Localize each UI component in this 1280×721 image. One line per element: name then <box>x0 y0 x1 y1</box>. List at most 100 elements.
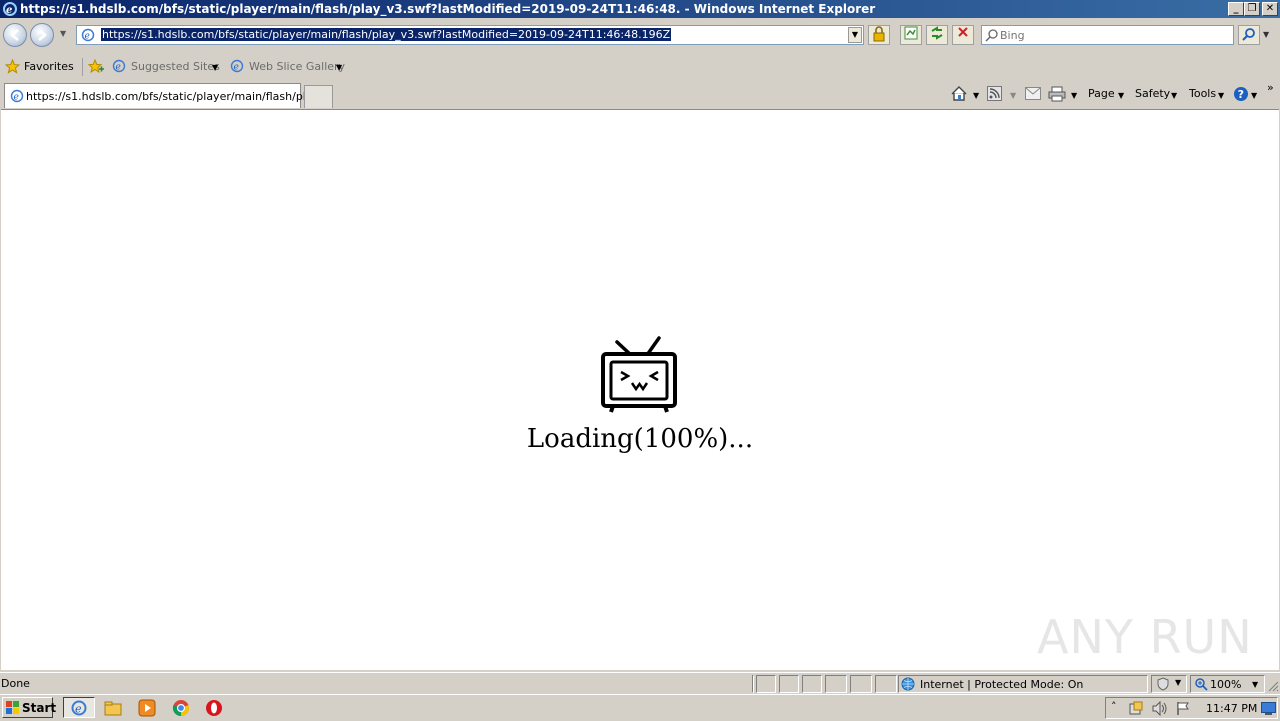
tools-menu-chevron-icon[interactable]: ▼ <box>1218 91 1224 100</box>
flag-icon[interactable] <box>1176 701 1190 716</box>
recent-pages-chevron-icon[interactable]: ▼ <box>60 29 66 38</box>
shield-lock-icon <box>1157 677 1169 691</box>
status-pane-5 <box>850 675 872 693</box>
status-pane-6 <box>875 675 897 693</box>
lock-icon <box>873 26 885 42</box>
forward-arrow-icon <box>38 29 47 41</box>
compatibility-view-button[interactable] <box>900 25 922 45</box>
add-to-favorites-bar-icon[interactable] <box>88 59 104 74</box>
close-window-button[interactable]: ✕ <box>1262 2 1278 16</box>
status-pane-3 <box>802 675 822 693</box>
loading-text: Loading(100%)... <box>526 424 754 454</box>
print-icon[interactable] <box>1048 86 1066 102</box>
web-slice-gallery-chevron-icon[interactable]: ▼ <box>336 63 342 72</box>
compatibility-icon <box>904 26 918 40</box>
tab-active[interactable]: e https://s1.hdslb.com/bfs/static/player… <box>4 83 323 108</box>
globe-icon <box>901 677 915 691</box>
protected-mode-pane[interactable]: ▼ <box>1151 675 1187 693</box>
feeds-chevron-icon[interactable]: ▼ <box>1010 91 1016 100</box>
search-box[interactable] <box>981 25 1234 45</box>
search-input[interactable] <box>1000 28 1220 42</box>
svg-text:e: e <box>75 703 82 716</box>
status-text: Done <box>1 677 30 690</box>
help-chevron-icon[interactable]: ▼ <box>1251 91 1257 100</box>
internet-explorer-icon: e <box>71 700 87 716</box>
zoom-level: 100% <box>1210 678 1242 691</box>
action-center-icon[interactable] <box>1128 701 1144 716</box>
svg-text:e: e <box>234 63 239 73</box>
favorites-star-icon <box>5 59 20 74</box>
rss-feeds-icon[interactable] <box>987 86 1002 101</box>
address-bar[interactable]: e https://s1.hdslb.com/bfs/static/player… <box>76 25 864 45</box>
taskbar: Start e ˄ 11:47 PM <box>0 694 1280 721</box>
address-dropdown-button[interactable]: ▼ <box>848 27 862 43</box>
anyrun-watermark: ANY RUN <box>1037 610 1253 664</box>
volume-icon[interactable] <box>1152 701 1168 716</box>
svg-text:e: e <box>14 93 19 103</box>
windows-logo-icon <box>6 701 19 714</box>
magnifier-icon <box>1242 28 1255 41</box>
status-bar: Done Internet | Protected Mode: On ▼ 100… <box>0 672 1280 695</box>
minimize-button[interactable]: _ <box>1228 2 1244 16</box>
help-icon[interactable]: ? <box>1233 86 1249 102</box>
media-player-icon[interactable] <box>138 699 156 717</box>
ie-page-icon: e <box>81 28 95 42</box>
search-button[interactable] <box>1238 25 1260 45</box>
zoom-magnifier-icon <box>1195 678 1208 691</box>
favorites-divider <box>82 58 83 76</box>
home-chevron-icon[interactable]: ▼ <box>973 91 979 100</box>
start-button[interactable]: Start <box>2 697 57 718</box>
tv-mascot-icon <box>601 336 677 413</box>
suggested-sites-chevron-icon[interactable]: ▼ <box>212 63 218 72</box>
status-pane-4 <box>825 675 847 693</box>
protected-mode-chevron-icon[interactable]: ▼ <box>1175 678 1181 687</box>
opera-icon[interactable] <box>205 699 223 717</box>
zoom-chevron-icon[interactable]: ▼ <box>1252 680 1258 689</box>
web-slice-gallery-link[interactable]: Web Slice Gallery <box>249 60 345 73</box>
title-bar: e https://s1.hdslb.com/bfs/static/player… <box>0 0 1280 18</box>
more-commands-chevron-icon[interactable]: » <box>1267 81 1274 94</box>
print-chevron-icon[interactable]: ▼ <box>1071 91 1077 100</box>
chrome-icon[interactable] <box>172 699 190 717</box>
tools-menu[interactable]: Tools <box>1189 87 1216 100</box>
new-tab-button[interactable] <box>304 85 333 108</box>
suggested-sites-link[interactable]: Suggested Sites <box>131 60 220 73</box>
search-options-chevron-icon[interactable]: ▼ <box>1263 30 1269 39</box>
show-desktop-icon[interactable] <box>1261 702 1276 715</box>
window-title: https://s1.hdslb.com/bfs/static/player/m… <box>20 2 876 16</box>
safety-menu-chevron-icon[interactable]: ▼ <box>1171 91 1177 100</box>
status-pane-1 <box>756 675 776 693</box>
ie-page-icon: e <box>10 89 24 103</box>
restore-button[interactable]: ❐ <box>1244 2 1260 16</box>
start-label: Start <box>22 701 57 715</box>
svg-text:e: e <box>6 5 12 16</box>
file-explorer-icon[interactable] <box>104 699 122 717</box>
zone-pane[interactable]: Internet | Protected Mode: On <box>898 675 1148 693</box>
ie-logo-icon: e <box>3 2 17 16</box>
safety-menu[interactable]: Safety <box>1135 87 1170 100</box>
security-lock-button[interactable] <box>868 25 890 45</box>
refresh-icon <box>931 26 943 40</box>
page-menu[interactable]: Page <box>1088 87 1115 100</box>
show-hidden-icons-chevron-icon[interactable]: ˄ <box>1111 700 1117 713</box>
svg-text:e: e <box>85 32 90 42</box>
zone-text: Internet | Protected Mode: On <box>920 678 1084 691</box>
mail-icon[interactable] <box>1025 87 1041 100</box>
ie-page-icon: e <box>230 59 244 73</box>
zoom-pane[interactable]: 100% ▼ <box>1190 675 1265 693</box>
back-arrow-icon <box>10 29 19 41</box>
page-menu-chevron-icon[interactable]: ▼ <box>1118 91 1124 100</box>
favorites-button[interactable]: Favorites <box>24 60 74 73</box>
home-icon[interactable] <box>950 85 968 102</box>
taskbar-ie-button[interactable]: e <box>63 697 95 718</box>
stop-x-icon <box>958 27 968 37</box>
svg-text:e: e <box>116 63 121 73</box>
back-button[interactable] <box>3 23 27 47</box>
resize-grip-icon[interactable] <box>1268 681 1279 692</box>
system-tray: ˄ 11:47 PM <box>1105 697 1278 719</box>
refresh-button[interactable] <box>926 25 948 45</box>
forward-button[interactable] <box>30 23 54 47</box>
stop-button[interactable] <box>952 25 974 45</box>
address-text[interactable]: https://s1.hdslb.com/bfs/static/player/m… <box>101 28 672 41</box>
clock[interactable]: 11:47 PM <box>1206 702 1257 715</box>
